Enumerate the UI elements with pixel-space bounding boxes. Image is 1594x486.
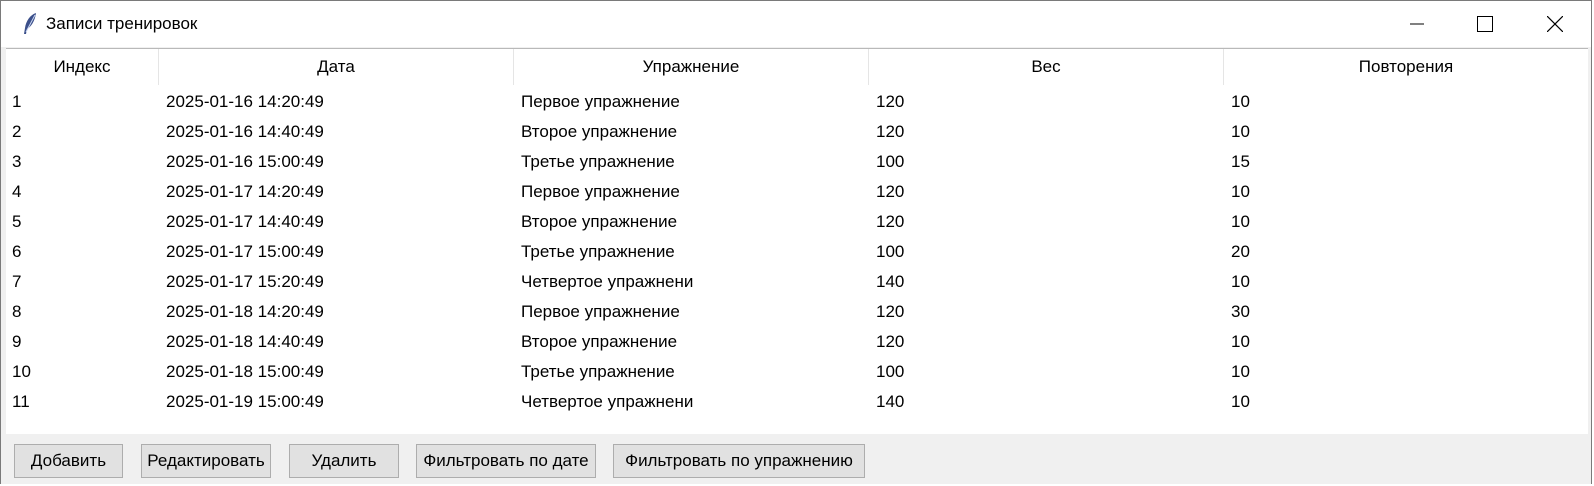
cell-index: 4 bbox=[12, 182, 22, 201]
cell-index: 6 bbox=[12, 242, 22, 261]
cell-weight: 100 bbox=[876, 152, 905, 171]
cell-date: 2025-01-16 15:00:49 bbox=[166, 152, 324, 171]
cell-exercise: Первое упражнение bbox=[521, 92, 680, 111]
cell-index: 9 bbox=[12, 332, 22, 351]
cell-exercise: Четвертое упражнени bbox=[521, 392, 694, 411]
cell-weight: 120 bbox=[876, 212, 905, 231]
cell-weight: 100 bbox=[876, 362, 905, 381]
button-bar: Добавить Редактировать Удалить Фильтрова… bbox=[1, 434, 1591, 484]
cell-exercise: Первое упражнение bbox=[521, 302, 680, 321]
cell-date: 2025-01-17 15:20:49 bbox=[166, 272, 324, 291]
cell-index: 10 bbox=[12, 362, 31, 381]
column-header-date[interactable]: Дата bbox=[159, 49, 514, 85]
cell-exercise: Второе упражнение bbox=[521, 212, 678, 231]
cell-exercise: Первое упражнение bbox=[521, 182, 680, 201]
cell-date: 2025-01-18 15:00:49 bbox=[166, 362, 324, 381]
filter-by-exercise-button[interactable]: Фильтровать по упражнению bbox=[613, 444, 865, 478]
cell-exercise: Третье упражнение bbox=[521, 242, 675, 261]
cell-reps: 10 bbox=[1231, 362, 1250, 381]
table-row[interactable]: 1 2025-01-16 14:20:49 Первое упражнение … bbox=[6, 87, 1588, 117]
cell-weight: 120 bbox=[876, 332, 905, 351]
add-button[interactable]: Добавить bbox=[14, 444, 123, 478]
cell-reps: 10 bbox=[1231, 272, 1250, 291]
cell-weight: 120 bbox=[876, 182, 905, 201]
column-header-reps[interactable]: Повторения bbox=[1224, 49, 1588, 85]
cell-date: 2025-01-17 15:00:49 bbox=[166, 242, 324, 261]
feather-icon bbox=[21, 12, 39, 36]
cell-weight: 140 bbox=[876, 272, 905, 291]
records-table[interactable]: Индекс Дата Упражнение Вес Повторения 1 … bbox=[6, 48, 1588, 435]
cell-date: 2025-01-17 14:20:49 bbox=[166, 182, 324, 201]
cell-weight: 140 bbox=[876, 392, 905, 411]
cell-date: 2025-01-19 15:00:49 bbox=[166, 392, 324, 411]
cell-weight: 120 bbox=[876, 122, 905, 141]
table-row[interactable]: 11 2025-01-19 15:00:49 Четвертое упражне… bbox=[6, 387, 1588, 417]
cell-reps: 10 bbox=[1231, 92, 1250, 111]
table-row[interactable]: 4 2025-01-17 14:20:49 Первое упражнение … bbox=[6, 177, 1588, 207]
cell-index: 1 bbox=[12, 92, 22, 111]
cell-index: 7 bbox=[12, 272, 22, 291]
cell-reps: 10 bbox=[1231, 332, 1250, 351]
cell-date: 2025-01-16 14:20:49 bbox=[166, 92, 324, 111]
close-button[interactable] bbox=[1521, 1, 1589, 47]
cell-exercise: Третье упражнение bbox=[521, 152, 675, 171]
cell-index: 5 bbox=[12, 212, 22, 231]
table-body: 1 2025-01-16 14:20:49 Первое упражнение … bbox=[6, 87, 1588, 417]
cell-reps: 10 bbox=[1231, 182, 1250, 201]
cell-reps: 20 bbox=[1231, 242, 1250, 261]
table-row[interactable]: 8 2025-01-18 14:20:49 Первое упражнение … bbox=[6, 297, 1588, 327]
column-header-exercise[interactable]: Упражнение bbox=[514, 49, 869, 85]
cell-index: 11 bbox=[12, 392, 30, 411]
column-header-weight[interactable]: Вес bbox=[869, 49, 1224, 85]
table-row[interactable]: 7 2025-01-17 15:20:49 Четвертое упражнен… bbox=[6, 267, 1588, 297]
delete-button[interactable]: Удалить bbox=[289, 444, 399, 478]
edit-button[interactable]: Редактировать bbox=[141, 444, 271, 478]
maximize-icon bbox=[1477, 16, 1493, 32]
filter-by-date-button[interactable]: Фильтровать по дате bbox=[416, 444, 596, 478]
table-row[interactable]: 10 2025-01-18 15:00:49 Третье упражнение… bbox=[6, 357, 1588, 387]
cell-index: 8 bbox=[12, 302, 22, 321]
maximize-button[interactable] bbox=[1451, 1, 1519, 47]
app-window: Записи тренировок Индекс Дата Упражнение… bbox=[0, 0, 1592, 484]
cell-date: 2025-01-16 14:40:49 bbox=[166, 122, 324, 141]
cell-index: 3 bbox=[12, 152, 22, 171]
title-bar[interactable]: Записи тренировок bbox=[1, 1, 1591, 47]
cell-date: 2025-01-18 14:20:49 bbox=[166, 302, 324, 321]
close-icon bbox=[1547, 16, 1563, 32]
cell-reps: 10 bbox=[1231, 122, 1250, 141]
cell-index: 2 bbox=[12, 122, 22, 141]
cell-exercise: Второе упражнение bbox=[521, 332, 678, 351]
table-row[interactable]: 5 2025-01-17 14:40:49 Второе упражнение … bbox=[6, 207, 1588, 237]
cell-exercise: Четвертое упражнени bbox=[521, 272, 694, 291]
cell-date: 2025-01-17 14:40:49 bbox=[166, 212, 324, 231]
minimize-button[interactable] bbox=[1383, 1, 1451, 47]
table-row[interactable]: 2 2025-01-16 14:40:49 Второе упражнение … bbox=[6, 117, 1588, 147]
table-row[interactable]: 9 2025-01-18 14:40:49 Второе упражнение … bbox=[6, 327, 1588, 357]
column-header-index[interactable]: Индекс bbox=[6, 49, 159, 85]
cell-reps: 10 bbox=[1231, 212, 1250, 231]
table-header: Индекс Дата Упражнение Вес Повторения bbox=[6, 49, 1588, 85]
window-title: Записи тренировок bbox=[46, 14, 198, 33]
cell-reps: 30 bbox=[1231, 302, 1250, 321]
cell-reps: 15 bbox=[1231, 152, 1250, 171]
cell-exercise: Второе упражнение bbox=[521, 122, 678, 141]
table-row[interactable]: 3 2025-01-16 15:00:49 Третье упражнение … bbox=[6, 147, 1588, 177]
cell-exercise: Третье упражнение bbox=[521, 362, 675, 381]
cell-date: 2025-01-18 14:40:49 bbox=[166, 332, 324, 351]
table-row[interactable]: 6 2025-01-17 15:00:49 Третье упражнение … bbox=[6, 237, 1588, 267]
cell-weight: 120 bbox=[876, 92, 905, 111]
cell-reps: 10 bbox=[1231, 392, 1250, 411]
cell-weight: 120 bbox=[876, 302, 905, 321]
cell-weight: 100 bbox=[876, 242, 905, 261]
minimize-icon bbox=[1410, 23, 1424, 25]
